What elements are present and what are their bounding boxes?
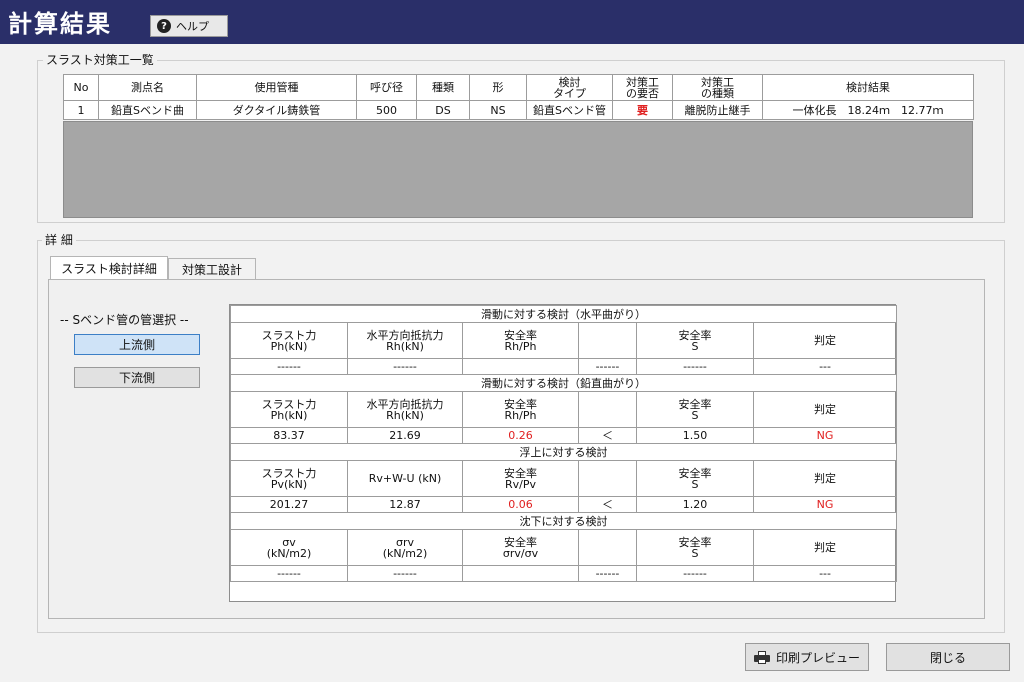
cell-check-type: 鉛直Sベンド管 (526, 100, 613, 120)
header-compare (578, 529, 637, 566)
value-safety-ratio: 0.26 (462, 427, 579, 444)
table-empty-area (63, 121, 973, 218)
header-thrust: スラスト力 Ph(kN) (230, 322, 348, 359)
upstream-button[interactable]: 上流側 (74, 334, 200, 355)
section-title-horizontal: 滑動に対する検討（水平曲がり） (229, 305, 898, 323)
help-button[interactable]: ? ヘルプ (150, 15, 228, 37)
header-safety-ratio: 安全率 σrv/σv (462, 529, 579, 566)
header-resistance: 水平方向抵抗力 Rh(kN) (347, 322, 463, 359)
value-compare: ------ (578, 565, 637, 582)
value-judgement: NG (752, 496, 898, 513)
header-compare (578, 322, 637, 359)
header-safety-ratio: 安全率 Rh/Ph (462, 391, 579, 428)
summary-header-row: No 測点名 使用管種 呼び径 種類 形 検討 タイプ 対策工 の要否 対策工 … (63, 74, 974, 101)
value-thrust: 201.27 (230, 496, 348, 513)
value-compare: ＜ (578, 496, 637, 513)
cell-pipe-type: ダクタイル鋳鉄管 (196, 100, 357, 120)
header-resistance: 水平方向抵抗力 Rh(kN) (347, 391, 463, 428)
header-sigma-v: σv (kN/m2) (230, 529, 348, 566)
col-header-form: 形 (469, 74, 527, 101)
col-header-pipe-type: 使用管種 (196, 74, 357, 101)
title-bar: 計算結果 ? ヘルプ (0, 0, 1024, 44)
header-compare (578, 391, 637, 428)
detail-table-frame: 滑動に対する検討（水平曲がり） スラスト力 Ph(kN) 水平方向抵抗力 Rh(… (229, 304, 898, 602)
value-thrust: ------ (230, 358, 348, 375)
cell-measure-type: 離脱防止継手 (672, 100, 763, 120)
cell-needed: 要 (612, 100, 673, 120)
close-button[interactable]: 閉じる (886, 643, 1010, 671)
col-header-diameter: 呼び径 (356, 74, 417, 101)
header-safety-factor: 安全率 S (636, 391, 754, 428)
header-judgement: 判定 (752, 322, 898, 359)
downstream-button[interactable]: 下流側 (74, 367, 200, 388)
cell-diameter: 500 (356, 100, 417, 120)
table-row[interactable]: 1 鉛直Sベンド曲 ダクタイル鋳鉄管 500 DS NS 鉛直Sベンド管 要 離… (63, 100, 974, 120)
col-header-kind: 種類 (416, 74, 470, 101)
header-safety-factor: 安全率 S (636, 322, 754, 359)
value-resistance: ------ (347, 358, 463, 375)
value-safety-factor: 1.20 (636, 496, 754, 513)
header-thrust: スラスト力 Ph(kN) (230, 391, 348, 428)
value-compare: ------ (578, 358, 637, 375)
cell-form: NS (469, 100, 527, 120)
col-header-measure-type: 対策工 の種類 (672, 74, 763, 101)
value-safety-factor: 1.50 (636, 427, 754, 444)
print-preview-button[interactable]: 印刷プレビュー (745, 643, 869, 671)
window-title: 計算結果 (8, 10, 112, 38)
detail-table: 滑動に対する検討（水平曲がり） スラスト力 Ph(kN) 水平方向抵抗力 Rh(… (229, 305, 898, 582)
value-safety-factor: ------ (636, 565, 754, 582)
value-safety-ratio (462, 358, 579, 375)
value-safety-ratio (462, 565, 579, 582)
header-judgement: 判定 (752, 529, 898, 566)
value-judgement: --- (752, 565, 898, 582)
value-judgement: --- (752, 358, 898, 375)
section-title-uplift: 浮上に対する検討 (229, 443, 898, 461)
header-judgement: 判定 (752, 460, 898, 497)
summary-table: No 測点名 使用管種 呼び径 種類 形 検討 タイプ 対策工 の要否 対策工 … (63, 74, 974, 120)
value-sigma-v: ------ (230, 565, 348, 582)
header-judgement: 判定 (752, 391, 898, 428)
value-safety-factor: ------ (636, 358, 754, 375)
header-safety-ratio: 安全率 Rh/Ph (462, 322, 579, 359)
value-compare: ＜ (578, 427, 637, 444)
header-safety-factor: 安全率 S (636, 529, 754, 566)
detail-group-label: 詳 細 (42, 231, 76, 248)
printer-icon (753, 650, 770, 664)
bend-select-label: -- Sベンド管の管選択 -- (60, 313, 189, 327)
cell-station: 鉛直Sベンド曲 (98, 100, 197, 120)
col-header-check-type: 検討 タイプ (526, 74, 613, 101)
tab-thrust-detail[interactable]: スラスト検討詳細 (50, 256, 168, 280)
tab-measure-design[interactable]: 対策工設計 (168, 258, 256, 280)
cell-no: 1 (63, 100, 99, 120)
header-thrust: スラスト力 Pv(kN) (230, 460, 348, 497)
value-resistance: 12.87 (347, 496, 463, 513)
header-safety-ratio: 安全率 Rv/Pv (462, 460, 579, 497)
value-safety-ratio: 0.06 (462, 496, 579, 513)
cell-result: 一体化長 18.24ｍ 12.77ｍ (762, 100, 974, 120)
value-thrust: 83.37 (230, 427, 348, 444)
section-title-vertical: 滑動に対する検討（鉛直曲がり） (229, 374, 898, 392)
cell-kind: DS (416, 100, 470, 120)
value-resistance: 21.69 (347, 427, 463, 444)
header-safety-factor: 安全率 S (636, 460, 754, 497)
header-resistance: Rv+W-U (kN) (347, 460, 463, 497)
col-header-result: 検討結果 (762, 74, 974, 101)
help-label: ヘルプ (176, 20, 209, 33)
value-sigma-rv: ------ (347, 565, 463, 582)
col-header-needed: 対策工 の要否 (612, 74, 673, 101)
section-title-settlement: 沈下に対する検討 (229, 512, 898, 530)
col-header-no: No (63, 74, 99, 101)
summary-group-label: スラスト対策工一覧 (43, 51, 157, 68)
value-judgement: NG (752, 427, 898, 444)
question-icon: ? (157, 19, 171, 33)
print-preview-label: 印刷プレビュー (775, 650, 860, 665)
header-compare (578, 460, 637, 497)
header-sigma-rv: σrv (kN/m2) (347, 529, 463, 566)
col-header-station: 測点名 (98, 74, 197, 101)
